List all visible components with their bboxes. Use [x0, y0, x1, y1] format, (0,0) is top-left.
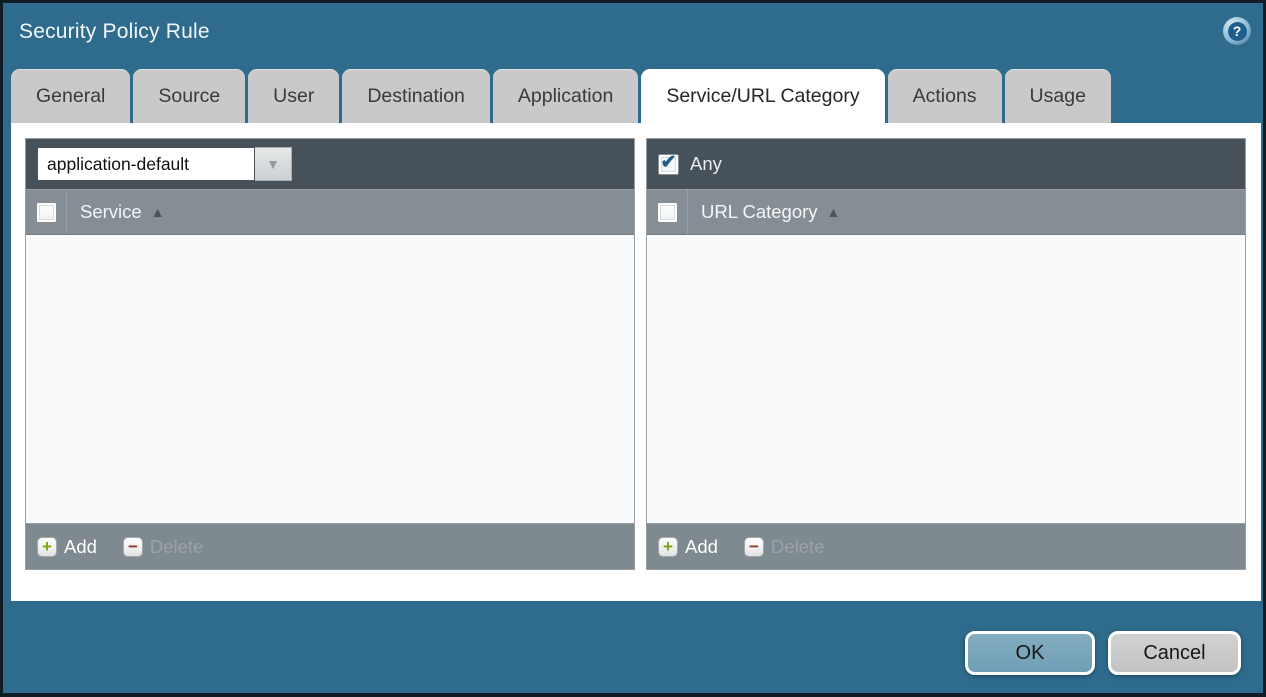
tab-service-url-category[interactable]: Service/URL Category	[641, 69, 884, 123]
service-toolbar: ▼	[26, 139, 634, 189]
plus-icon: +	[658, 537, 678, 557]
delete-button-label: Delete	[771, 536, 824, 558]
any-checkbox[interactable]: ✔	[658, 154, 679, 175]
plus-icon: +	[37, 537, 57, 557]
ok-button[interactable]: OK	[965, 631, 1095, 675]
minus-icon: −	[744, 537, 764, 557]
url-category-delete-button[interactable]: − Delete	[744, 536, 824, 558]
any-checkbox-row: ✔ Any	[658, 153, 722, 175]
add-button-label: Add	[64, 536, 97, 558]
tab-user[interactable]: User	[248, 69, 339, 123]
dialog-title: Security Policy Rule	[19, 20, 210, 44]
sort-ascending-icon[interactable]: ▲	[827, 204, 841, 220]
url-category-toolbar: ✔ Any	[647, 139, 1245, 189]
tab-source[interactable]: Source	[133, 69, 245, 123]
service-type-dropdown-button[interactable]: ▼	[255, 147, 292, 181]
tab-destination[interactable]: Destination	[342, 69, 490, 123]
url-category-table-footer: + Add − Delete	[647, 523, 1245, 569]
tab-actions[interactable]: Actions	[888, 69, 1002, 123]
add-button-label: Add	[685, 536, 718, 558]
tab-bar: General Source User Destination Applicat…	[11, 69, 1114, 123]
url-category-add-button[interactable]: + Add	[658, 536, 718, 558]
url-category-column-header[interactable]: URL Category	[701, 201, 818, 223]
url-category-select-all-cell	[647, 190, 688, 234]
service-select-all-cell	[26, 190, 67, 234]
delete-button-label: Delete	[150, 536, 203, 558]
service-table-header: Service ▲	[26, 189, 634, 235]
url-category-table-header: URL Category ▲	[647, 189, 1245, 235]
service-type-input[interactable]	[37, 147, 255, 181]
question-mark-icon: ?	[1228, 22, 1247, 41]
service-select-all-checkbox[interactable]	[36, 202, 57, 223]
service-add-button[interactable]: + Add	[37, 536, 97, 558]
minus-icon: −	[123, 537, 143, 557]
service-type-combobox: ▼	[37, 147, 292, 181]
tab-content-area: ▼ Service ▲ + Add − Delete	[11, 123, 1261, 601]
url-category-table-body[interactable]	[647, 235, 1245, 523]
service-panel: ▼ Service ▲ + Add − Delete	[25, 138, 635, 570]
help-button[interactable]: ?	[1223, 17, 1251, 45]
url-category-panel: ✔ Any URL Category ▲ + Add −	[646, 138, 1246, 570]
service-delete-button[interactable]: − Delete	[123, 536, 203, 558]
cancel-button[interactable]: Cancel	[1108, 631, 1241, 675]
tab-general[interactable]: General	[11, 69, 130, 123]
check-icon: ✔	[661, 153, 677, 172]
service-table-footer: + Add − Delete	[26, 523, 634, 569]
tab-usage[interactable]: Usage	[1005, 69, 1111, 123]
url-category-select-all-checkbox[interactable]	[657, 202, 678, 223]
sort-ascending-icon[interactable]: ▲	[151, 204, 165, 220]
any-label: Any	[690, 153, 722, 175]
security-policy-rule-dialog: Security Policy Rule ? General Source Us…	[0, 0, 1266, 697]
tab-application[interactable]: Application	[493, 69, 638, 123]
chevron-down-icon: ▼	[266, 156, 280, 172]
service-table-body[interactable]	[26, 235, 634, 523]
service-column-header[interactable]: Service	[80, 201, 142, 223]
